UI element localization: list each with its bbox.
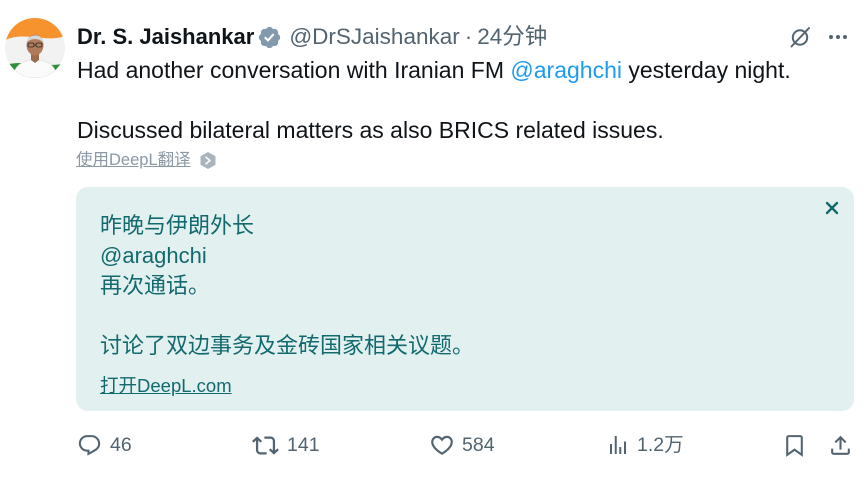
deepl-icon <box>200 151 216 169</box>
close-translation-button[interactable] <box>825 201 839 215</box>
more-icon <box>829 35 847 39</box>
translation-line: 昨晚与伊朗外长 <box>100 213 255 238</box>
more-button[interactable] <box>825 24 851 50</box>
like-count: 584 <box>462 434 495 456</box>
open-deepl-link[interactable]: 打开DeepL.com <box>100 375 232 397</box>
reply-icon <box>78 434 101 456</box>
share-button[interactable] <box>828 431 853 459</box>
tweet-text: Had another conversation with Iranian FM… <box>77 55 852 145</box>
translation-line: 再次通话。 <box>100 273 211 298</box>
tweet-text-before-mention: Had another conversation with Iranian FM <box>77 57 511 83</box>
like-button[interactable]: 584 <box>429 431 495 459</box>
avatar-image <box>5 18 65 78</box>
tweet-text-after-mention: yesterday night. <box>621 57 791 83</box>
grok-button[interactable] <box>787 24 813 50</box>
heart-icon <box>431 435 453 455</box>
translation-panel: 昨晚与伊朗外长 @araghchi 再次通话。 讨论了双边事务及金砖国家相关议题… <box>76 187 854 411</box>
close-icon <box>825 201 839 215</box>
translation-line: @araghchi <box>100 243 207 268</box>
mention-link[interactable]: @araghchi <box>510 57 622 83</box>
tweet-paragraph-1: Had another conversation with Iranian FM… <box>77 55 852 85</box>
author-name[interactable]: Dr. S. Jaishankar <box>77 22 254 52</box>
views-count: 1.2万 <box>637 434 684 456</box>
timestamp[interactable]: 24分钟 <box>477 22 547 52</box>
avatar[interactable] <box>5 18 65 78</box>
verified-badge-icon[interactable] <box>257 25 282 50</box>
tweet-paragraph-2: Discussed bilateral matters as also BRIC… <box>77 117 664 143</box>
views-icon <box>610 436 626 454</box>
reply-button[interactable]: 46 <box>77 431 132 459</box>
author-handle[interactable]: @DrSJaishankar <box>289 22 459 52</box>
tweet-header: Dr. S. Jaishankar @DrSJaishankar · 24分钟 <box>77 22 547 52</box>
bookmark-button[interactable] <box>782 431 807 459</box>
translate-with-deepl-link[interactable]: 使用DeepL翻译 <box>76 148 217 172</box>
reply-count: 46 <box>110 434 132 456</box>
retweet-count: 141 <box>287 434 320 456</box>
translation-line: 讨论了双边事务及金砖国家相关议题。 <box>100 333 475 358</box>
grok-icon <box>790 27 810 48</box>
retweet-icon <box>252 435 279 455</box>
bookmark-icon <box>786 434 803 457</box>
separator-dot: · <box>464 24 473 49</box>
views-button[interactable]: 1.2万 <box>606 431 684 459</box>
translate-label[interactable]: 使用DeepL翻译 <box>76 148 191 172</box>
retweet-button[interactable]: 141 <box>252 431 320 459</box>
share-icon <box>831 435 850 455</box>
